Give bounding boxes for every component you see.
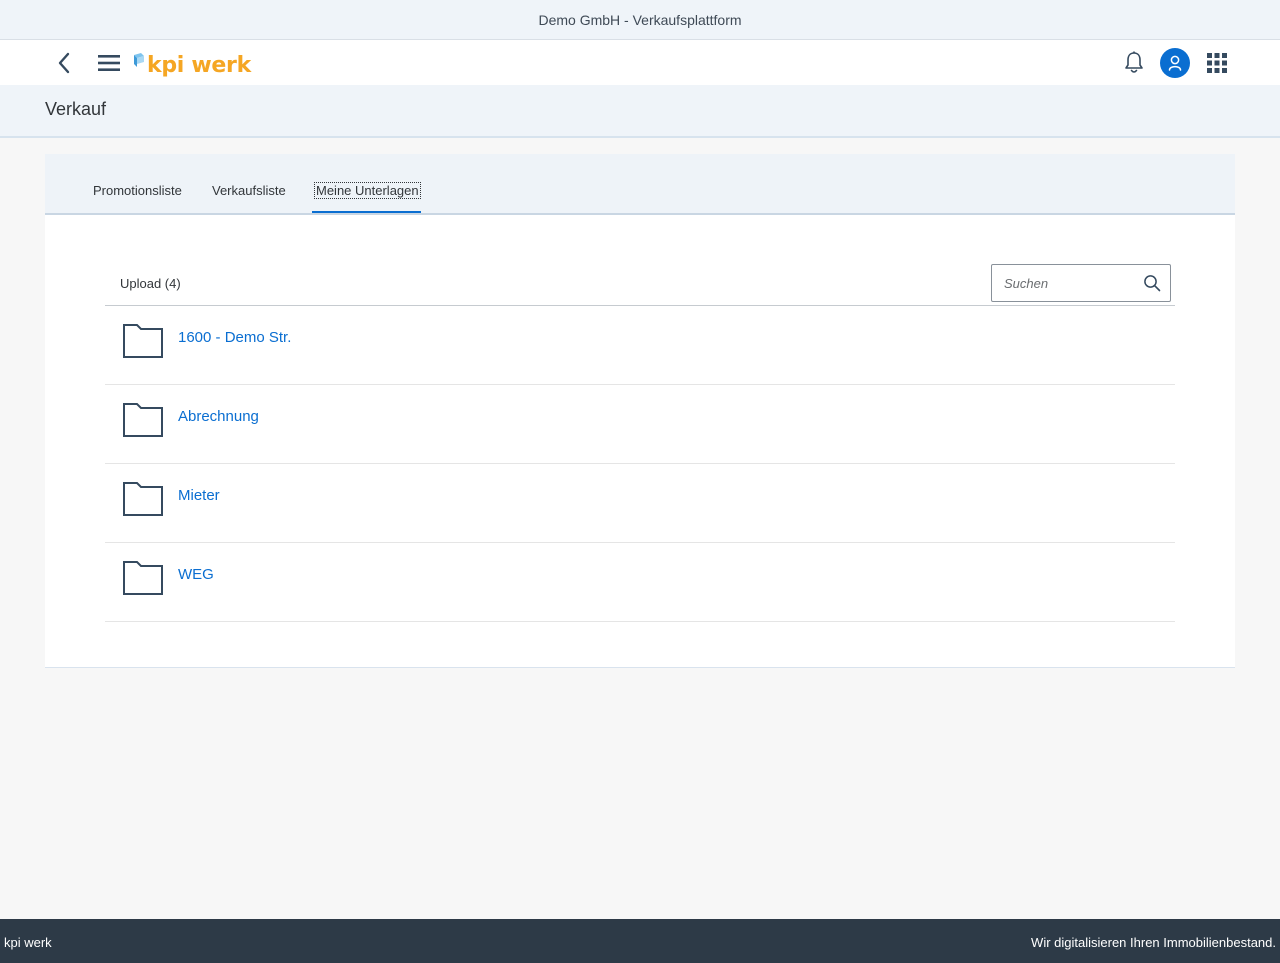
list-item[interactable]: 1600 - Demo Str. [105, 306, 1175, 385]
list-item[interactable]: WEG [105, 543, 1175, 622]
selected-tab-indicator [312, 211, 421, 213]
folder-icon [123, 482, 163, 516]
logo-mark-icon [134, 53, 144, 67]
menu-button[interactable] [94, 50, 124, 76]
list-title: Upload (4) [120, 276, 181, 291]
tab-meine-unterlagen[interactable]: Meine Unterlagen [314, 182, 421, 199]
list-item[interactable]: Mieter [105, 464, 1175, 543]
logo-text: kpi werk [147, 53, 251, 78]
app-launcher-button[interactable] [1204, 50, 1230, 76]
folder-list: 1600 - Demo Str. Abrechnung Mieter WEG [105, 306, 1175, 622]
content-card: Promotionsliste Verkaufsliste Meine Unte… [45, 154, 1235, 668]
user-icon [1168, 55, 1182, 71]
back-icon [58, 52, 70, 74]
list-item-label[interactable]: Abrechnung [178, 408, 259, 425]
list-item-label[interactable]: Mieter [178, 487, 220, 504]
app-grid-icon [1207, 53, 1227, 73]
bell-icon [1125, 51, 1143, 73]
page-header: Verkauf [0, 85, 1280, 138]
tab-bar: Promotionsliste Verkaufsliste Meine Unte… [45, 154, 1235, 215]
footer-brand: kpi werk [4, 935, 52, 950]
user-avatar-button[interactable] [1160, 48, 1190, 78]
tab-promotionsliste[interactable]: Promotionsliste [93, 183, 182, 198]
list-item-label[interactable]: 1600 - Demo Str. [178, 329, 291, 346]
folder-icon [123, 403, 163, 437]
window-title: Demo GmbH - Verkaufsplattform [538, 11, 742, 28]
search-field[interactable]: Suchen [991, 264, 1171, 302]
hamburger-menu-icon [98, 55, 120, 71]
kpi-werk-logo[interactable]: kpi werk [132, 45, 251, 81]
search-icon[interactable] [1143, 274, 1161, 292]
folder-icon [123, 324, 163, 358]
list-toolbar: Upload (4) Suchen [105, 264, 1175, 306]
list-item[interactable]: Abrechnung [105, 385, 1175, 464]
folder-icon [123, 561, 163, 595]
shell-bar: kpi werk [0, 40, 1280, 85]
footer-tagline: Wir digitalisieren Ihren Immobilienbesta… [1031, 935, 1276, 950]
back-button[interactable] [50, 50, 78, 76]
search-placeholder: Suchen [1004, 276, 1049, 291]
window-title-bar: Demo GmbH - Verkaufsplattform [0, 0, 1280, 40]
page-title: Verkauf [45, 99, 107, 119]
footer: kpi werk Wir digitalisieren Ihren Immobi… [0, 919, 1280, 963]
tab-verkaufsliste[interactable]: Verkaufsliste [212, 183, 286, 198]
list-item-label[interactable]: WEG [178, 566, 214, 583]
notifications-button[interactable] [1120, 50, 1148, 76]
